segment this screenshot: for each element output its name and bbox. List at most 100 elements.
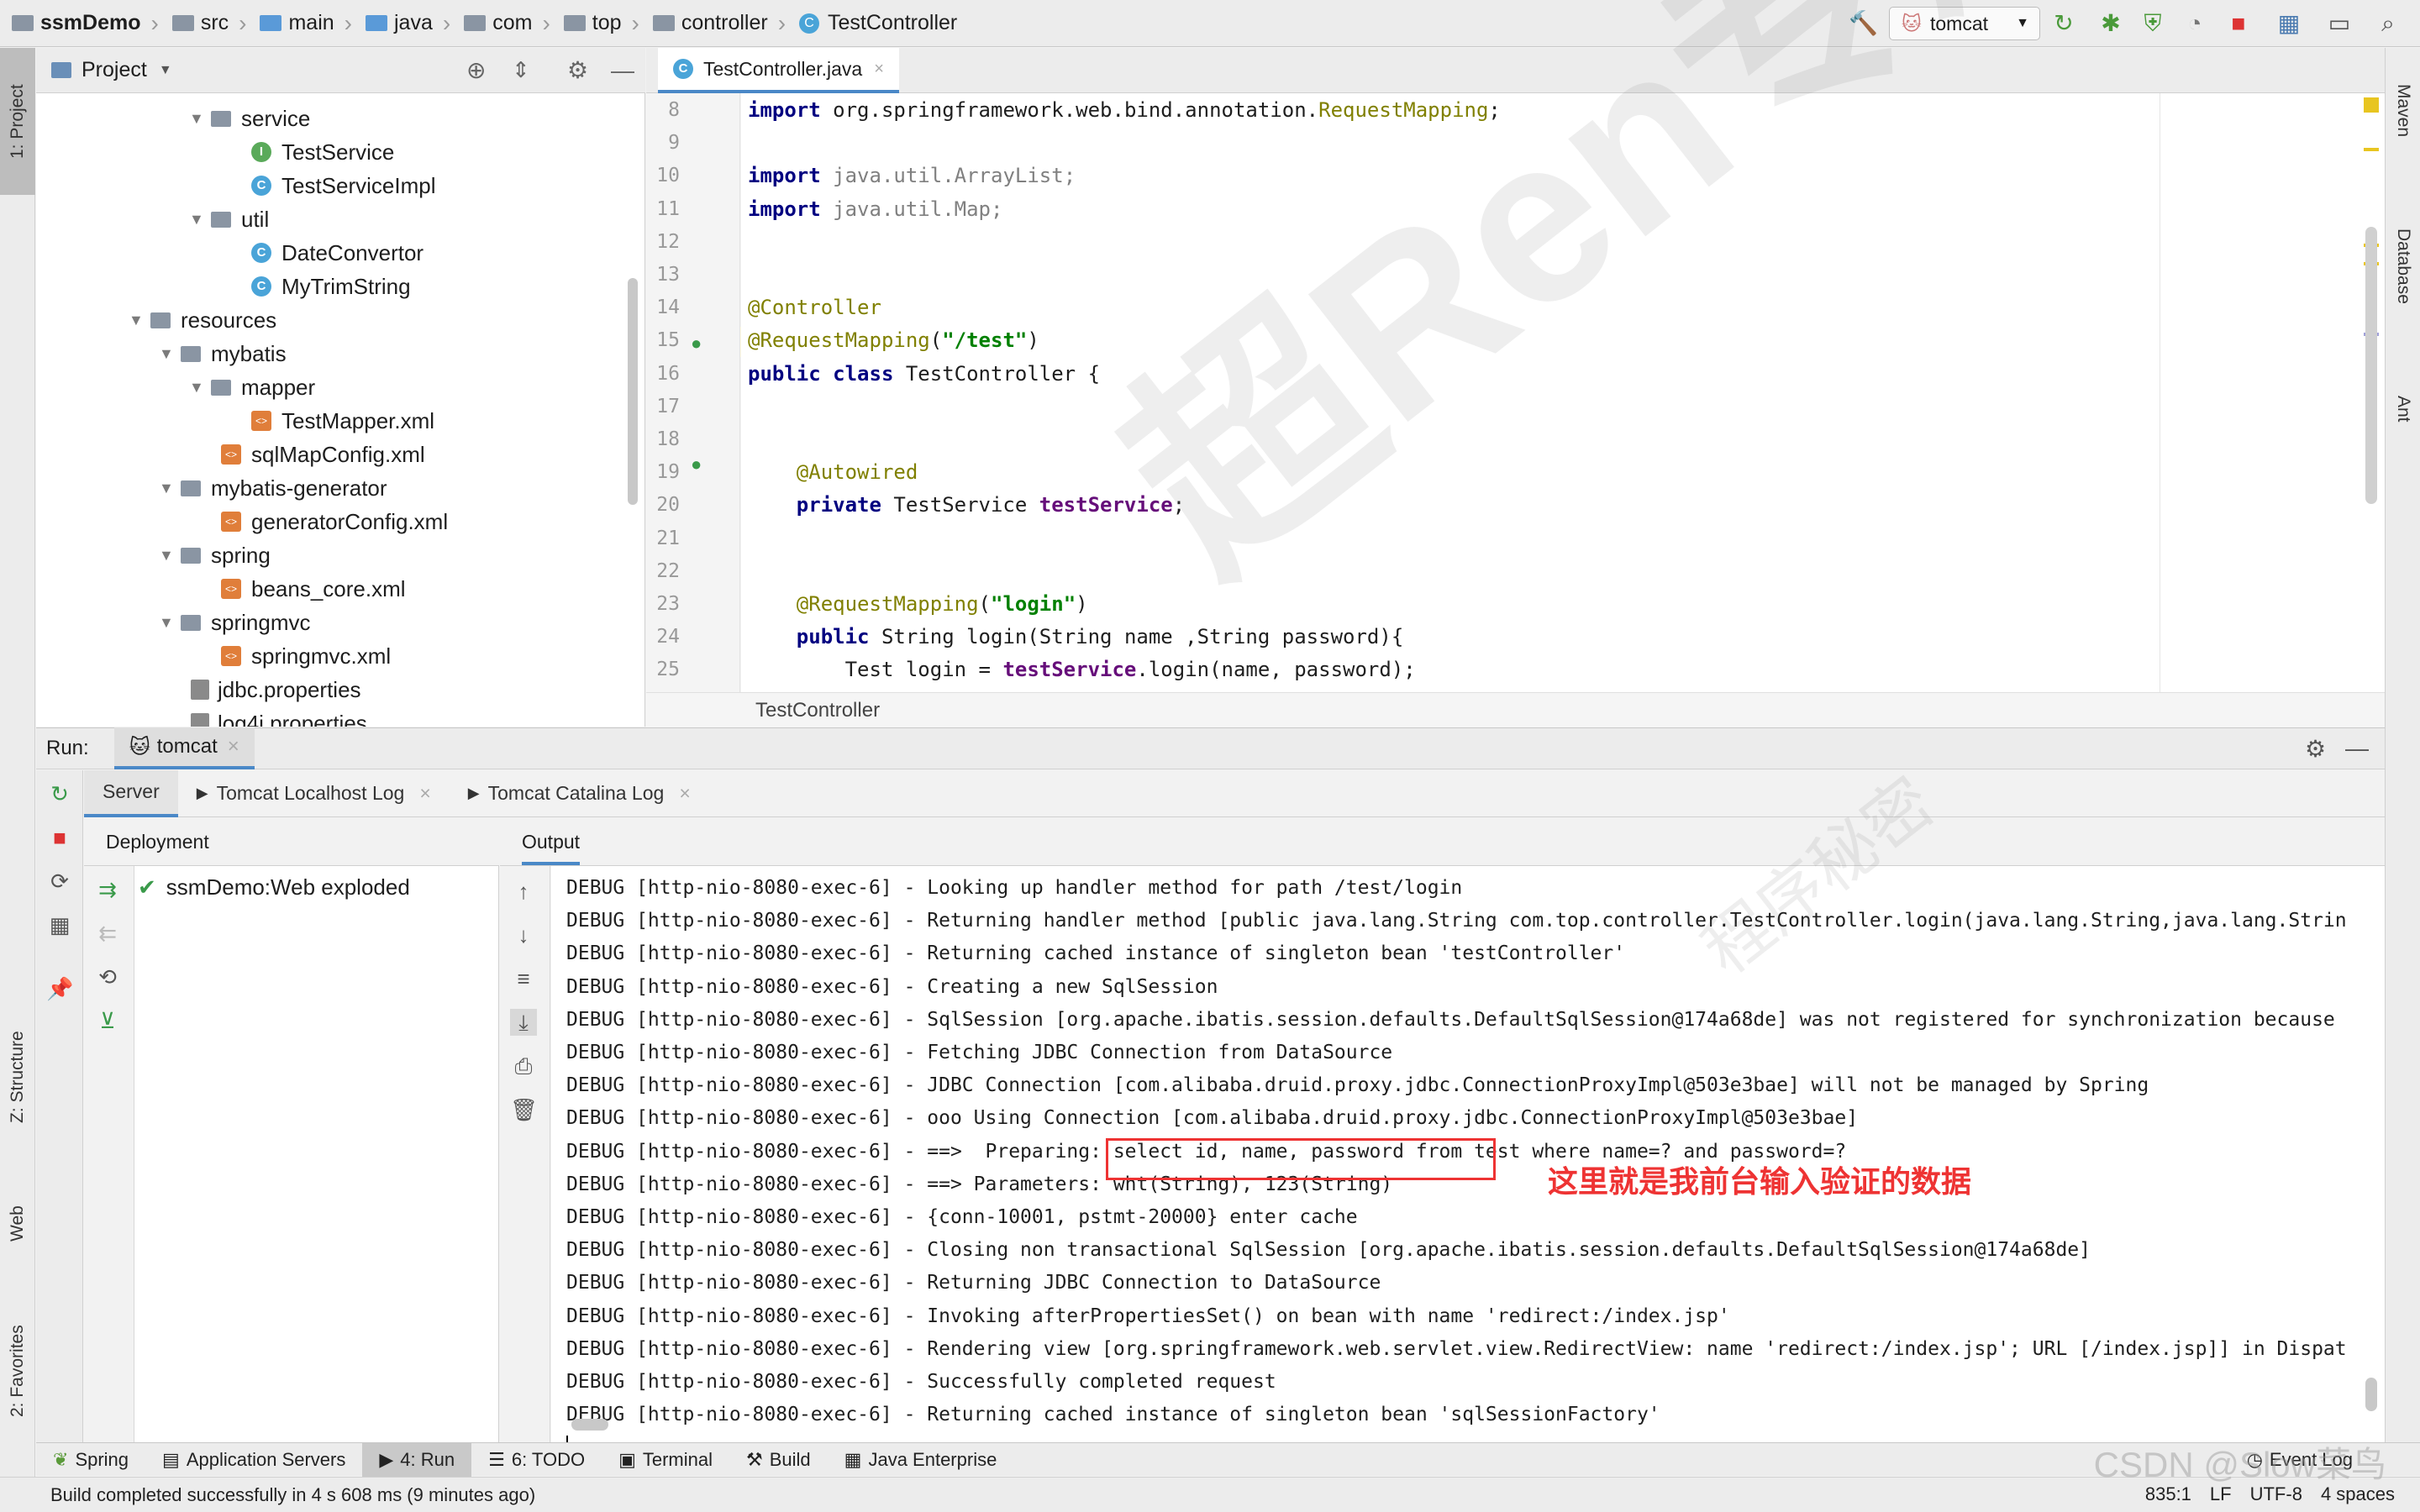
collapse-all-icon[interactable]: ⇕	[512, 57, 530, 83]
minimize-icon[interactable]: —	[611, 57, 634, 84]
close-icon[interactable]: ×	[874, 60, 884, 79]
project-panel-title[interactable]: Project	[82, 58, 147, 82]
profile-icon[interactable]: ◔	[2181, 10, 2208, 37]
tree-node-jdbc-properties[interactable]: jdbc.properties	[191, 673, 361, 706]
tree-node-springmvc-xml[interactable]: <> springmvc.xml	[221, 639, 391, 673]
tree-node-springmvc[interactable]: ▼ springmvc	[159, 606, 310, 639]
console-scrollbar[interactable]	[2365, 1378, 2377, 1411]
deploy-all-icon[interactable]: ⊻	[94, 1007, 121, 1034]
tab-structure[interactable]: Z: Structure	[0, 997, 35, 1157]
error-stripe-mark[interactable]	[2364, 148, 2379, 151]
breadcrumb-class[interactable]: TestController	[828, 11, 957, 35]
tree-node-util[interactable]: ▼ util	[189, 202, 269, 236]
gear-icon[interactable]: ⚙	[567, 56, 588, 84]
deploy-icon[interactable]: ⇉	[94, 876, 121, 903]
arrow-down-icon[interactable]: ↓	[510, 921, 537, 948]
print-icon[interactable]: ⎙	[510, 1053, 537, 1079]
expand-arrow-icon[interactable]: ▼	[189, 110, 211, 128]
tree-node-service[interactable]: ▼ service	[189, 102, 310, 135]
expand-arrow-icon[interactable]: ▼	[189, 211, 211, 228]
expand-arrow-icon[interactable]: ▼	[159, 345, 181, 363]
tree-node-testserviceimpl[interactable]: C TestServiceImpl	[251, 169, 436, 202]
arrow-up-icon[interactable]: ↑	[510, 878, 537, 905]
soft-wrap-icon[interactable]: ≡	[510, 965, 537, 992]
tree-node-sqlmapconfig-xml[interactable]: <> sqlMapConfig.xml	[221, 438, 425, 471]
autowire-gutter-icon[interactable]: ●	[691, 454, 702, 475]
deployment-item[interactable]: ✔ ssmDemo:Web exploded	[138, 874, 410, 900]
expand-arrow-icon[interactable]: ▼	[129, 312, 150, 329]
expand-arrow-icon[interactable]: ▼	[159, 480, 181, 497]
tree-node-spring[interactable]: ▼ spring	[159, 538, 271, 572]
tab-spring[interactable]: ❦ Spring	[36, 1443, 145, 1477]
tab-build[interactable]: ⚒ Build	[729, 1443, 828, 1477]
tab-tomcat-localhost-log[interactable]: ▶ Tomcat Localhost Log ×	[178, 770, 450, 817]
tab-web[interactable]: Web	[0, 1173, 35, 1274]
trash-icon[interactable]: 🗑	[510, 1096, 538, 1123]
console-horizontal-scrollbar[interactable]	[571, 1419, 608, 1431]
warning-marker-icon[interactable]	[2364, 97, 2379, 113]
tab-run[interactable]: ▶ 4: Run	[362, 1442, 472, 1477]
close-icon[interactable]: ×	[679, 782, 690, 805]
rerun-icon[interactable]: ↻	[2050, 10, 2077, 37]
tree-node-testservice[interactable]: I TestService	[251, 135, 394, 169]
expand-arrow-icon[interactable]: ▼	[189, 379, 211, 396]
presentation-icon[interactable]: ▭	[2326, 10, 2353, 37]
stop-icon[interactable]: ■	[46, 824, 73, 851]
search-icon[interactable]: ⌕	[2375, 10, 2402, 37]
gear-icon[interactable]: ⚙	[2305, 735, 2326, 763]
tab-server[interactable]: Server	[84, 769, 178, 817]
breadcrumb-controller[interactable]: controller	[681, 11, 768, 35]
pin-icon[interactable]: 📌	[46, 975, 73, 1002]
locate-icon[interactable]: ⊕	[466, 56, 486, 84]
editor-breadcrumb-label[interactable]: TestController	[755, 699, 880, 722]
tree-scrollbar[interactable]	[628, 278, 638, 505]
tab-java-enterprise[interactable]: ▦ Java Enterprise	[828, 1443, 1014, 1477]
close-icon[interactable]: ×	[419, 782, 430, 805]
tree-node-resources[interactable]: ▼ resources	[129, 303, 276, 337]
tab-ant[interactable]: Ant	[2386, 367, 2420, 451]
tree-node-log4j-properties[interactable]: log4j.properties	[191, 706, 367, 727]
editor-scrollbar[interactable]	[2365, 227, 2377, 504]
tab-tomcat-catalina-log[interactable]: ▶ Tomcat Catalina Log ×	[450, 770, 709, 817]
breadcrumb-main[interactable]: main	[288, 11, 334, 35]
editor-tab-testcontroller[interactable]: C TestController.java ×	[658, 48, 899, 93]
update-icon[interactable]: ⟲	[94, 963, 121, 990]
tab-project[interactable]: 1: Project	[0, 48, 35, 195]
rerun-icon[interactable]: ↻	[46, 780, 73, 807]
tree-node-mytrimstring[interactable]: C MyTrimString	[251, 270, 411, 303]
tab-todo[interactable]: ☰ 6: TODO	[471, 1443, 602, 1477]
minimize-icon[interactable]: —	[2345, 735, 2369, 762]
tab-application-servers[interactable]: ▤ Application Servers	[145, 1443, 362, 1477]
breadcrumb-java[interactable]: java	[394, 11, 433, 35]
bean-gutter-icon[interactable]: ●	[691, 333, 702, 354]
layout-icon[interactable]: ▦	[46, 911, 73, 938]
tab-maven[interactable]: Maven	[2386, 56, 2420, 165]
run-tab-tomcat[interactable]: 🐱 tomcat ×	[113, 727, 255, 769]
stop-icon[interactable]: ■	[2225, 10, 2252, 37]
expand-arrow-icon[interactable]: ▼	[159, 547, 181, 564]
undeploy-icon[interactable]: ⇇	[94, 920, 121, 947]
scroll-to-end-icon[interactable]: ⤓	[510, 1009, 537, 1036]
tree-node-mybatis-generator[interactable]: ▼ mybatis-generator	[159, 471, 387, 505]
tree-node-mybatis[interactable]: ▼ mybatis	[159, 337, 287, 370]
chevron-down-icon[interactable]: ▼	[159, 63, 172, 78]
breadcrumb-top[interactable]: top	[592, 11, 622, 35]
tree-node-testmapper-xml[interactable]: <> TestMapper.xml	[251, 404, 434, 438]
close-icon[interactable]: ×	[228, 735, 239, 759]
breadcrumb-src[interactable]: src	[201, 11, 229, 35]
refresh-icon[interactable]: ⟳	[46, 868, 73, 895]
breadcrumb-project[interactable]: ssmDemo	[40, 11, 141, 35]
tab-terminal[interactable]: ▣ Terminal	[602, 1443, 729, 1477]
tree-node-dateconvertor[interactable]: C DateConvertor	[251, 236, 424, 270]
tree-node-beans-core-xml[interactable]: <> beans_core.xml	[221, 572, 406, 606]
tree-node-mapper[interactable]: ▼ mapper	[189, 370, 315, 404]
breadcrumb-com[interactable]: com	[492, 11, 532, 35]
coverage-icon[interactable]: ⛨	[2139, 10, 2166, 37]
debug-bug-icon[interactable]: ✱	[2097, 10, 2124, 37]
tab-database[interactable]: Database	[2386, 182, 2420, 350]
tree-node-generatorconfig-xml[interactable]: <> generatorConfig.xml	[221, 505, 448, 538]
project-structure-icon[interactable]: ▦	[2275, 10, 2302, 37]
status-message[interactable]: Build completed successfully in 4 s 608 …	[50, 1484, 535, 1505]
expand-arrow-icon[interactable]: ▼	[159, 614, 181, 632]
tab-favorites[interactable]: 2: Favorites	[0, 1287, 35, 1455]
